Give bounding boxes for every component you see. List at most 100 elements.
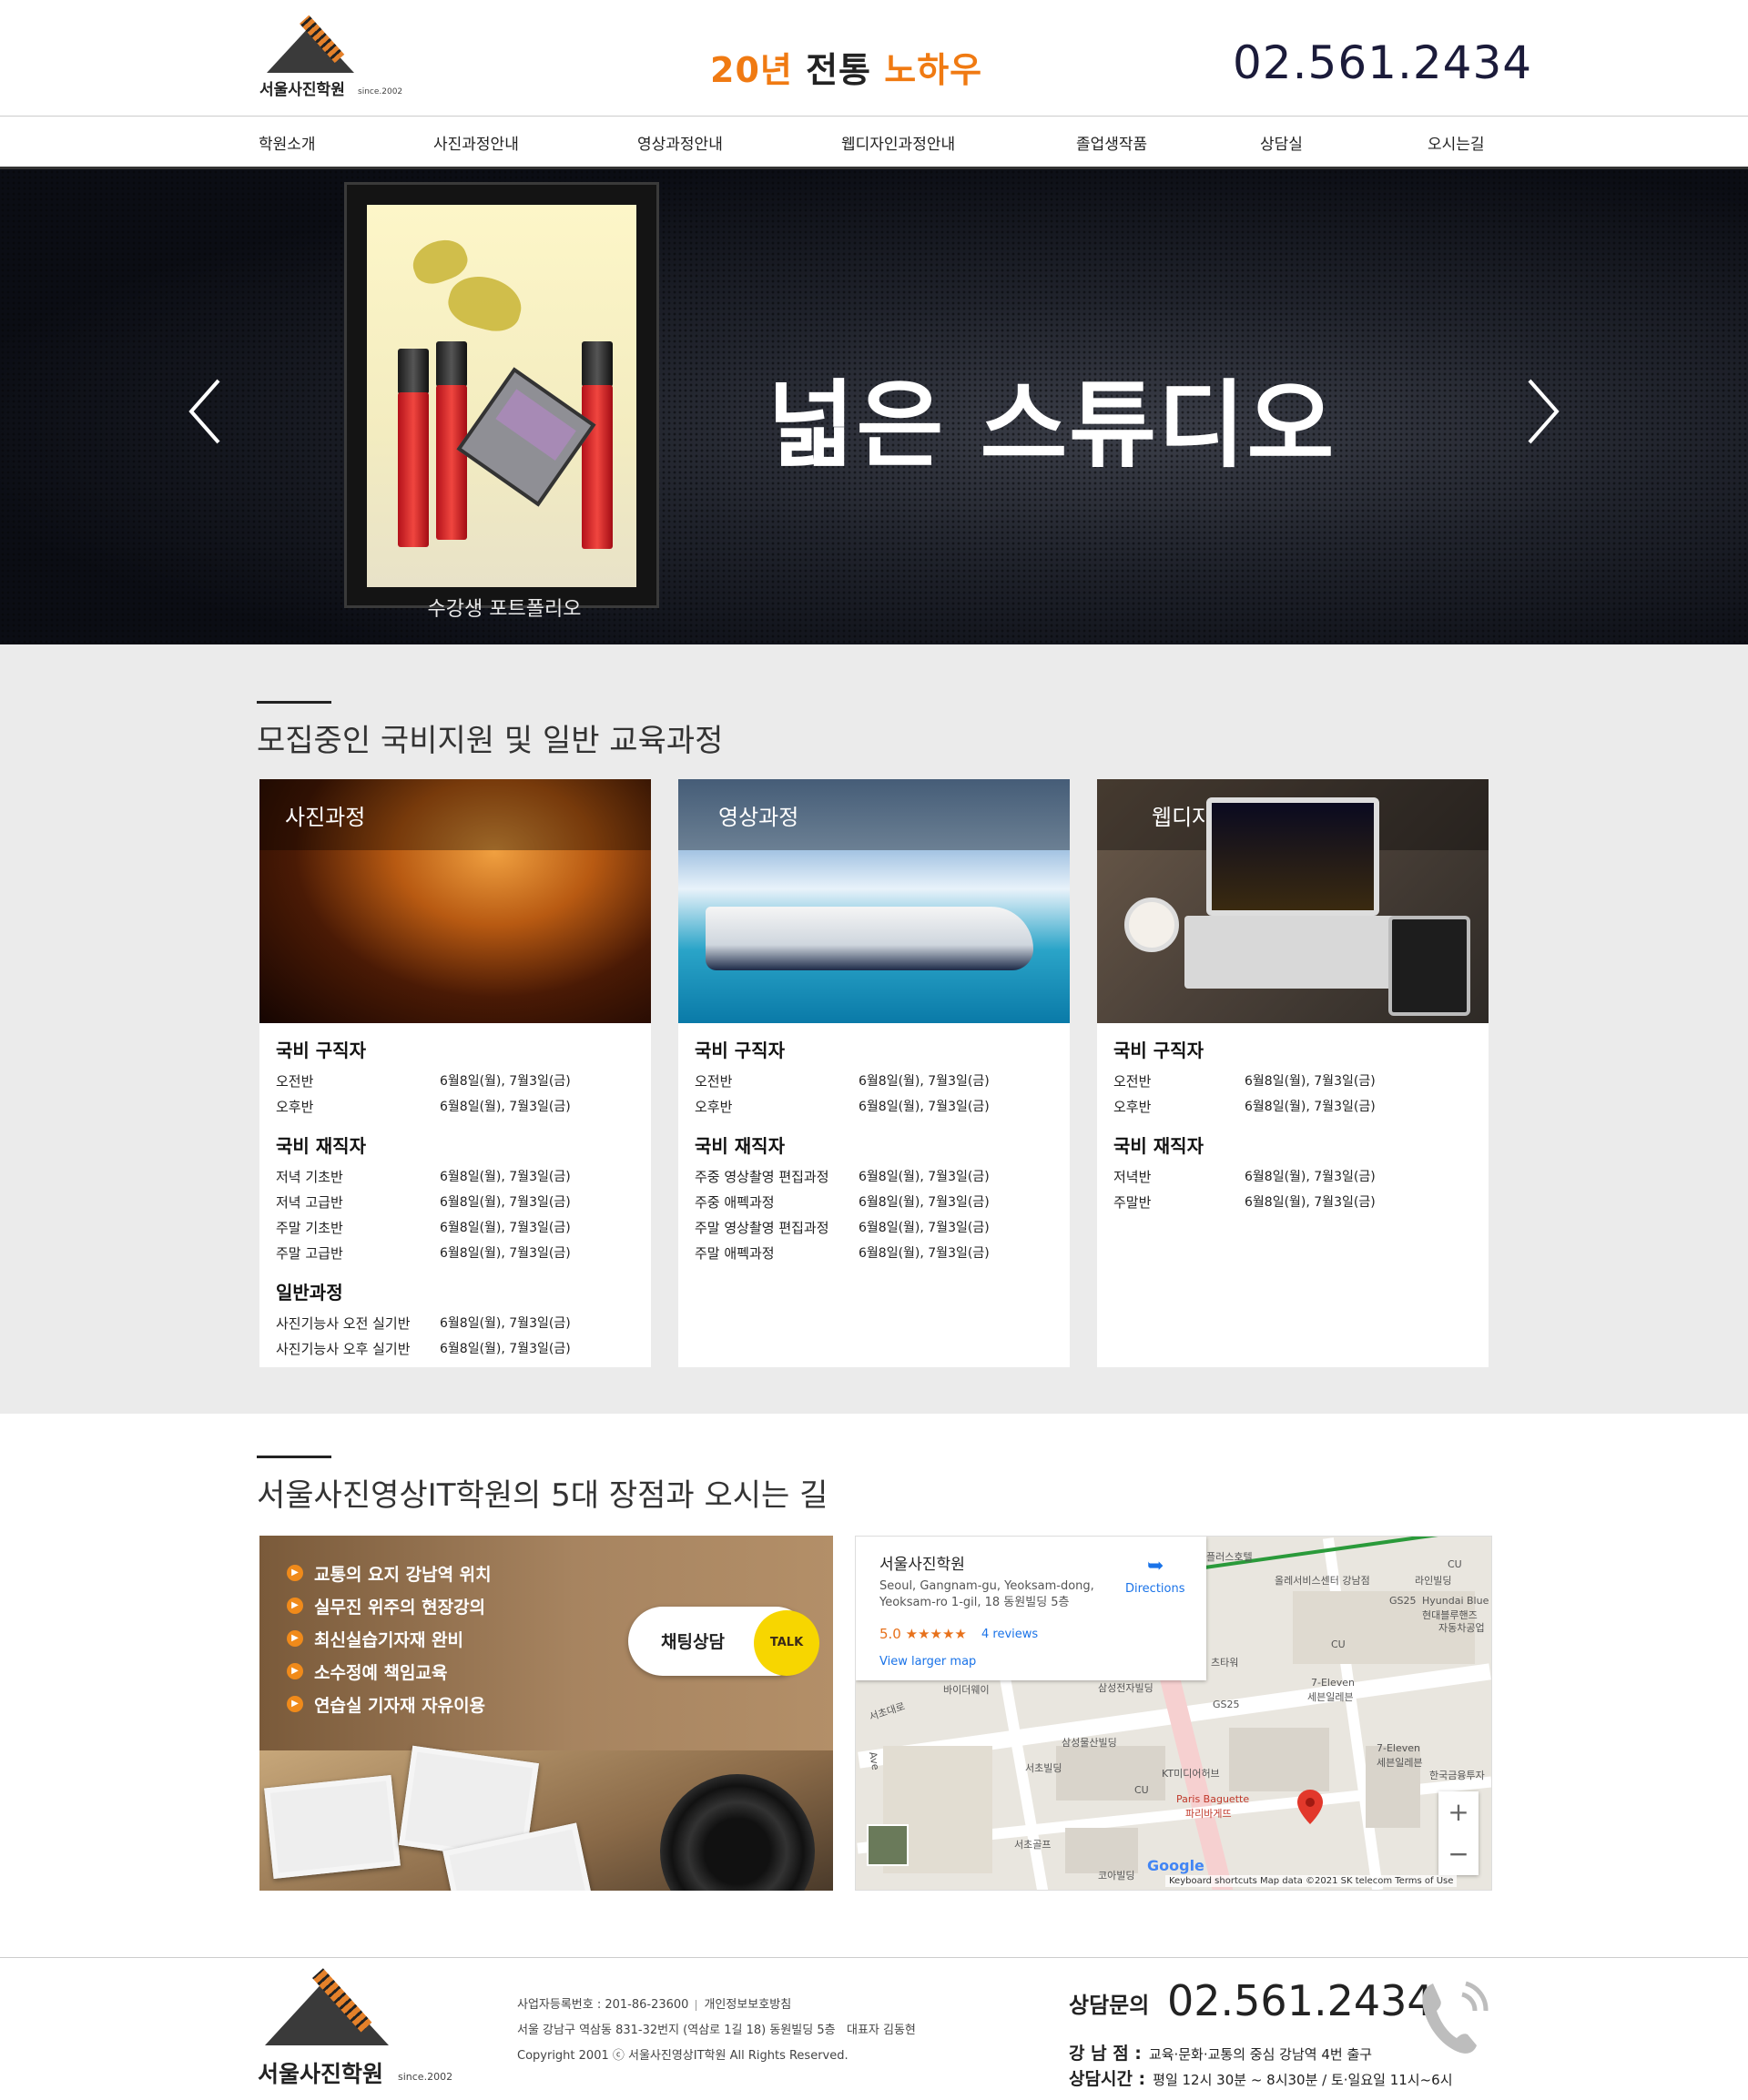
- advantage-text: 연습실 기자재 자유이용: [314, 1696, 486, 1716]
- hero-slider: 수강생 포트폴리오 넓은 스튜디오: [0, 169, 1748, 644]
- advantage-text: 교통의 요지 강남역 위치: [314, 1565, 492, 1585]
- course-card-photo[interactable]: 사진과정 국비 구직자 오전반 6월8일(월), 7월3일(금) 오후반 6월8일(…: [259, 779, 651, 1367]
- class-dates: 6월8일(월), 7월3일(금): [859, 1074, 990, 1089]
- advantages-banner: ▶ 교통의 요지 강남역 위치 ▶ 실무진 위주의 현장강의 ▶ 최신실습기자재 완비…: [259, 1536, 833, 1891]
- chevron-left-icon[interactable]: [184, 375, 229, 448]
- chat-consult-label: 채팅상담: [661, 1632, 725, 1652]
- view-larger-map-link[interactable]: View larger map: [879, 1655, 976, 1669]
- advantages-section: 서울사진영상IT학원의 5대 장점과 오시는 길 ▶ 교통의 요지 강남역 위치 …: [0, 1414, 1748, 1957]
- map-reviews-link[interactable]: 4 reviews: [981, 1628, 1038, 1641]
- map-label: 자동차공업: [1438, 1622, 1485, 1634]
- business-number: 사업자등록번호 : 201-86-23600: [517, 1998, 689, 2012]
- schedule-row: 주말 기초반 6월8일(월), 7월3일(금): [276, 1214, 640, 1240]
- header-phone[interactable]: 02.561.2434: [1233, 36, 1532, 89]
- lipstick-cap-image: [436, 341, 467, 387]
- map-label: 삼성전자빌딩: [1098, 1682, 1153, 1694]
- nav-item-counsel[interactable]: 상담실: [1260, 131, 1303, 154]
- class-dates: 6월8일(월), 7월3일(금): [1245, 1195, 1376, 1210]
- eyeshadow-compact-image: [456, 367, 596, 507]
- map-attribution[interactable]: Keyboard shortcuts Map data ©2021 SK tel…: [1165, 1875, 1458, 1887]
- schedule-row: 저녁 기초반 6월8일(월), 7월3일(금): [276, 1163, 640, 1189]
- contact-phone[interactable]: 02.561.2434: [1167, 1976, 1434, 2025]
- zoom-in-button[interactable]: +: [1438, 1791, 1479, 1833]
- map-label: 7-Eleven: [1377, 1742, 1420, 1754]
- slogan-knowhow: 노하우: [884, 50, 983, 90]
- map-label: 플러스호텔: [1206, 1551, 1253, 1563]
- course-card-video[interactable]: 영상과정 국비 구직자 오전반 6월8일(월), 7월3일(금) 오후반 6월8일(…: [678, 779, 1070, 1367]
- map-info-card: 서울사진학원 Seoul, Gangnam-gu, Yeoksam-dong, …: [856, 1537, 1206, 1680]
- privacy-policy-link[interactable]: 개인정보보호방침: [704, 1998, 791, 2012]
- group-title: 국비 구직자: [276, 1040, 366, 1061]
- class-dates: 6월8일(월), 7월3일(금): [1245, 1170, 1376, 1184]
- class-name: 사진기능사 오후 실기반: [276, 1341, 411, 1357]
- footer-address: 서울 강남구 역삼동 831-32번지 (역삼로 1길 18) 동원빌딩 5층: [517, 2024, 836, 2037]
- map-label: 츠타워: [1211, 1657, 1239, 1669]
- zoom-out-button[interactable]: −: [1438, 1833, 1479, 1875]
- advantage-item: ▶ 소수정예 책임교육: [287, 1659, 492, 1692]
- course-schedule: 국비 구직자 오전반 6월8일(월), 7월3일(금) 오후반 6월8일(월), 7…: [1113, 1036, 1478, 1214]
- footer-logo-name: 서울사진학원: [258, 2061, 384, 2087]
- class-dates: 6월8일(월), 7월3일(금): [859, 1100, 990, 1114]
- class-name: 주말반: [1113, 1194, 1152, 1211]
- site-header: 서울사진학원 since.2002 20년 전통 노하우 02.561.2434: [0, 0, 1748, 117]
- footer-ceo: 대표자 김동현: [846, 2024, 916, 2037]
- chat-consult-button[interactable]: 채팅상담 TALK: [628, 1607, 819, 1676]
- class-name: 오전반: [1113, 1073, 1152, 1090]
- nav-item-webdesign[interactable]: 웹디자인과정안내: [841, 131, 955, 154]
- map-label: Paris Baguette: [1176, 1793, 1250, 1805]
- nav-item-graduates[interactable]: 졸업생작품: [1076, 131, 1147, 154]
- lipstick-image: [436, 385, 467, 540]
- class-name: 주중 영상촬영 편집과정: [695, 1169, 829, 1185]
- directions-icon[interactable]: ➥: [1147, 1555, 1169, 1578]
- nav-item-video[interactable]: 영상과정안내: [637, 131, 723, 154]
- arrow-bullet-icon: ▶: [287, 1696, 303, 1712]
- map-label: 세븐일레븐: [1307, 1691, 1354, 1703]
- portfolio-caption: 수강생 포트폴리오: [427, 598, 582, 621]
- schedule-row: 사진기능사 오후 실기반 6월8일(월), 7월3일(금): [276, 1335, 640, 1361]
- map-label: CU: [1134, 1784, 1149, 1796]
- class-name: 저녁 기초반: [276, 1169, 343, 1185]
- phone-icon: [1422, 1981, 1489, 2054]
- site-logo[interactable]: 서울사진학원 since.2002: [259, 15, 402, 99]
- hero-title: 넓은 스튜디오: [767, 370, 1336, 481]
- class-name: 저녁반: [1113, 1169, 1152, 1185]
- nav-item-about[interactable]: 학원소개: [259, 131, 316, 154]
- card-label: 사진과정: [285, 805, 366, 830]
- chevron-right-icon[interactable]: [1519, 375, 1564, 448]
- courses-title: 모집중인 국비지원 및 일반 교육과정: [257, 723, 724, 759]
- page: 서울사진학원 since.2002 20년 전통 노하우 02.561.2434…: [0, 0, 1748, 2100]
- class-name: 오전반: [276, 1073, 314, 1090]
- class-dates: 6월8일(월), 7월3일(금): [440, 1221, 571, 1235]
- boat-image: [706, 907, 1033, 970]
- class-name: 오후반: [276, 1099, 314, 1115]
- advantages-title: 서울사진영상IT학원의 5대 장점과 오시는 길: [257, 1477, 828, 1514]
- schedule-row: 주말 영상촬영 편집과정 6월8일(월), 7월3일(금): [695, 1214, 1059, 1240]
- map-zoom-controls: + −: [1438, 1791, 1479, 1875]
- directions-link[interactable]: Directions: [1125, 1582, 1185, 1596]
- schedule-row: 주말 고급반 6월8일(월), 7월3일(금): [276, 1240, 640, 1265]
- class-dates: 6월8일(월), 7월3일(금): [440, 1342, 571, 1356]
- map-label: CU: [1331, 1638, 1346, 1650]
- schedule-row: 저녁반 6월8일(월), 7월3일(금): [1113, 1163, 1478, 1189]
- nav-item-directions[interactable]: 오시는길: [1428, 131, 1485, 154]
- laptop-screen-image: [1206, 797, 1379, 916]
- advantage-text: 실무진 위주의 현장강의: [314, 1598, 486, 1618]
- nav-item-photo[interactable]: 사진과정안내: [433, 131, 519, 154]
- map-building: [1229, 1728, 1329, 1791]
- map-pin-icon[interactable]: [1297, 1790, 1323, 1824]
- schedule-row: 오전반 6월8일(월), 7월3일(금): [1113, 1068, 1478, 1093]
- map-label: 올레서비스센터 강남점: [1275, 1575, 1370, 1587]
- class-dates: 6월8일(월), 7월3일(금): [440, 1195, 571, 1210]
- branch-info: 강 남 점 : 교육·문화·교통의 중심 강남역 4번 출구: [1069, 2040, 1372, 2064]
- class-name: 주말 영상촬영 편집과정: [695, 1220, 829, 1236]
- class-dates: 6월8일(월), 7월3일(금): [440, 1316, 571, 1331]
- kakaotalk-icon: TALK: [754, 1610, 819, 1676]
- class-dates: 6월8일(월), 7월3일(금): [1245, 1100, 1376, 1114]
- location-map[interactable]: 플러스호텔 올레서비스센터 강남점 라인빌딩 CU GS25 Hyundai B…: [855, 1536, 1492, 1891]
- map-label: 서초골프: [1014, 1839, 1052, 1851]
- schedule-row: 사진기능사 오전 실기반 6월8일(월), 7월3일(금): [276, 1310, 640, 1335]
- schedule-row: 오후반 6월8일(월), 7월3일(금): [695, 1093, 1059, 1119]
- satellite-toggle-button[interactable]: [867, 1824, 909, 1866]
- hours-label: 상담시간 :: [1069, 2069, 1146, 2089]
- course-card-webdesign[interactable]: 웹디자인과정 국비 구직자 오전반 6월8일(월), 7월3일(금) 오후반 6월8…: [1097, 779, 1489, 1367]
